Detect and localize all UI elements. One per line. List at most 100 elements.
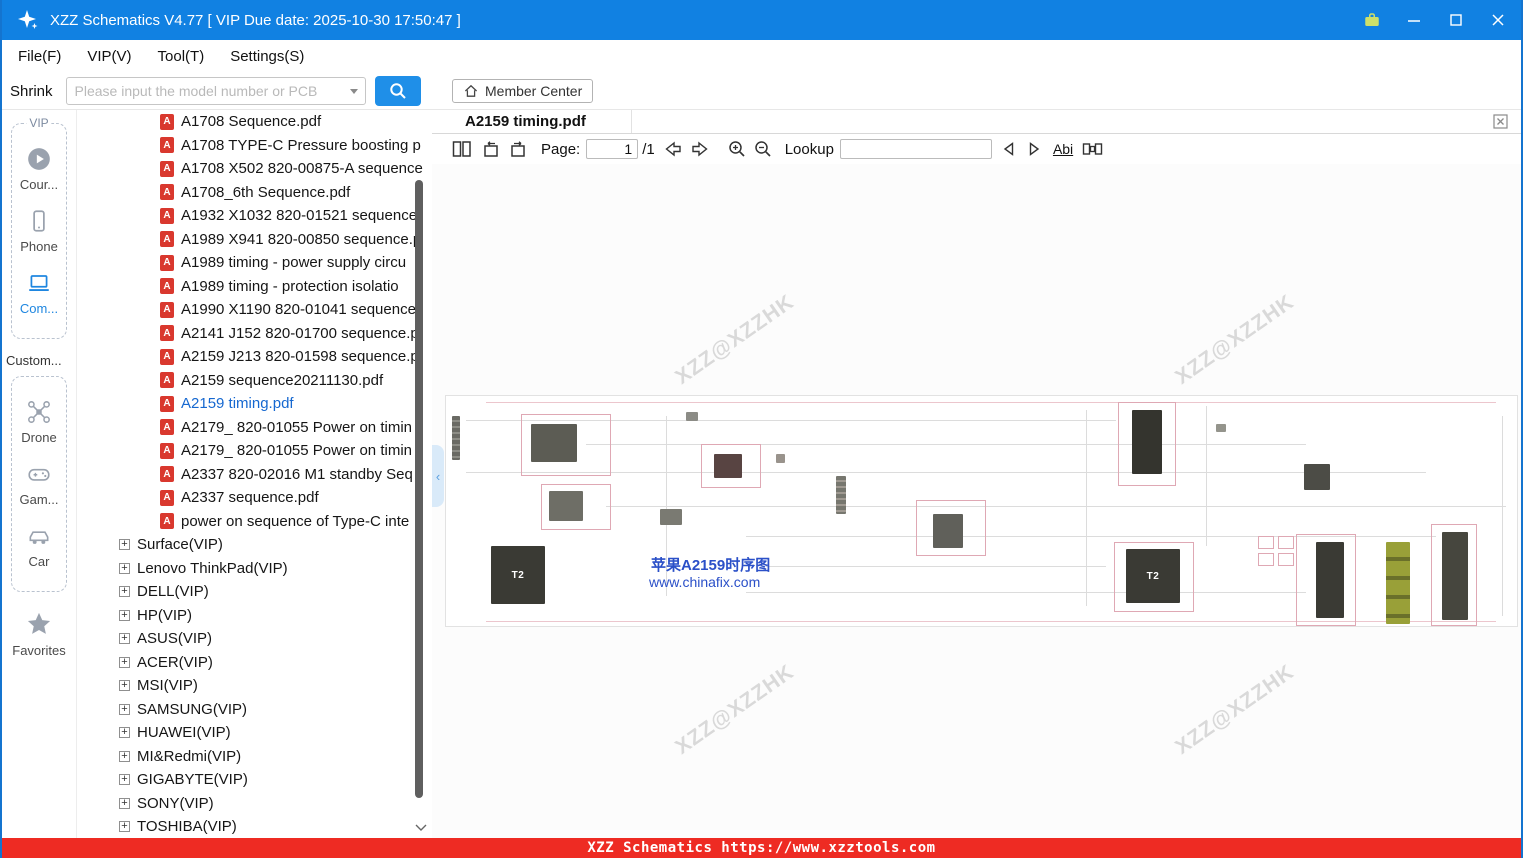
scroll-down-chevron-icon[interactable] <box>414 819 428 837</box>
search-input[interactable] <box>66 83 343 99</box>
pdf-file-icon <box>160 278 174 295</box>
maximize-button[interactable] <box>1447 11 1465 29</box>
expand-plus-icon[interactable] <box>119 586 130 598</box>
folder-item[interactable]: GIGABYTE(VIP) <box>77 768 432 792</box>
binoculars-search-icon[interactable] <box>1082 141 1103 157</box>
expand-plus-icon[interactable] <box>119 609 130 621</box>
file-item[interactable]: A2141 J152 820-01700 sequence.p <box>77 322 432 346</box>
file-item[interactable]: power on sequence of Type-C inte <box>77 510 432 534</box>
folder-item[interactable]: MSI(VIP) <box>77 674 432 698</box>
menu-tool[interactable]: Tool(T) <box>158 48 205 65</box>
file-item[interactable]: A1708_6th Sequence.pdf <box>77 181 432 205</box>
file-item[interactable]: A1708 X502 820-00875-A sequence <box>77 157 432 181</box>
folder-item[interactable]: HP(VIP) <box>77 604 432 628</box>
pdf-file-icon <box>160 325 174 342</box>
file-item[interactable]: A1708 TYPE-C Pressure boosting p <box>77 134 432 158</box>
member-center-button[interactable]: Member Center <box>452 79 594 103</box>
rotate-right-icon[interactable] <box>509 140 528 158</box>
chevron-down-icon[interactable] <box>343 88 365 94</box>
menu-vip[interactable]: VIP(V) <box>87 48 131 65</box>
folder-item[interactable]: MI&Redmi(VIP) <box>77 745 432 769</box>
shrink-button[interactable]: Shrink <box>10 83 53 100</box>
lookup-label: Lookup <box>784 140 834 158</box>
expand-plus-icon[interactable] <box>119 680 130 692</box>
schematic-chip <box>549 491 583 521</box>
file-item-selected[interactable]: A2159 timing.pdf <box>77 392 432 416</box>
zoom-out-icon[interactable] <box>753 139 773 159</box>
pdf-file-icon <box>160 113 174 130</box>
folder-item[interactable]: HUAWEI(VIP) <box>77 721 432 745</box>
file-item[interactable]: A1989 timing - protection isolatio <box>77 275 432 299</box>
file-item[interactable]: A2337 sequence.pdf <box>77 486 432 510</box>
tab-a2159-timing[interactable]: A2159 timing.pdf <box>432 110 632 133</box>
file-item[interactable]: A1708 Sequence.pdf <box>77 110 432 134</box>
expand-plus-icon[interactable] <box>119 750 130 762</box>
next-page-icon[interactable] <box>690 140 710 158</box>
home-icon <box>464 84 478 97</box>
file-item[interactable]: A1989 timing - power supply circu <box>77 251 432 275</box>
custom-label: Custom... <box>6 353 62 368</box>
close-button[interactable] <box>1489 11 1507 29</box>
watermark: XZZ@XZZHK <box>671 660 799 759</box>
file-name: A1989 timing - protection isolatio <box>181 277 399 295</box>
sidebar-item-computer[interactable]: Com... <box>12 270 66 316</box>
expand-plus-icon[interactable] <box>119 562 130 574</box>
collapse-panel-handle[interactable]: ‹ <box>432 445 444 507</box>
chip-label: T2 <box>511 569 525 581</box>
minimize-button[interactable] <box>1405 11 1423 29</box>
file-item[interactable]: A2337 820-02016 M1 standby Seq <box>77 463 432 487</box>
folder-item[interactable]: ASUS(VIP) <box>77 627 432 651</box>
file-item[interactable]: A1932 X1032 820-01521 sequence. <box>77 204 432 228</box>
tree-scrollbar[interactable] <box>415 180 423 798</box>
close-tab-icon[interactable] <box>1492 113 1509 135</box>
file-item[interactable]: A2159 J213 820-01598 sequence.p <box>77 345 432 369</box>
folder-item[interactable]: ACER(VIP) <box>77 651 432 675</box>
file-item[interactable]: A1989 X941 820-00850 sequence.p <box>77 228 432 252</box>
file-item[interactable]: A2179_ 820-01055 Power on timin <box>77 416 432 440</box>
folder-item[interactable]: DELL(VIP) <box>77 580 432 604</box>
previous-result-icon[interactable] <box>1001 141 1017 157</box>
gamepad-icon <box>28 468 50 481</box>
folder-item[interactable]: Lenovo ThinkPad(VIP) <box>77 557 432 581</box>
lookup-input[interactable] <box>839 139 992 159</box>
search-button[interactable] <box>374 76 421 106</box>
menu-file[interactable]: File(F) <box>18 48 61 65</box>
expand-plus-icon[interactable] <box>119 727 130 739</box>
file-name: A2179_ 820-01055 Power on timin <box>181 442 412 460</box>
sidebar-item-car[interactable]: Car <box>12 523 66 569</box>
expand-plus-icon[interactable] <box>119 656 130 668</box>
search-icon <box>389 83 406 99</box>
file-name: A1989 timing - power supply circu <box>181 254 407 272</box>
previous-page-icon[interactable] <box>663 140 683 158</box>
folder-item[interactable]: Surface(VIP) <box>77 533 432 557</box>
folder-name: MSI(VIP) <box>137 677 198 695</box>
sidebar-item-phone[interactable]: Phone <box>12 208 66 254</box>
drone-icon <box>28 401 50 423</box>
expand-plus-icon[interactable] <box>119 633 130 645</box>
folder-item[interactable]: TOSHIBA(VIP) <box>77 815 432 838</box>
expand-plus-icon[interactable] <box>119 797 130 809</box>
expand-plus-icon[interactable] <box>119 539 130 551</box>
highlight-text-tool[interactable]: Abi <box>1053 141 1073 157</box>
page-number-input[interactable] <box>586 139 639 159</box>
rotate-left-icon[interactable] <box>482 140 501 158</box>
menu-settings[interactable]: Settings(S) <box>230 48 304 65</box>
next-result-icon[interactable] <box>1026 141 1042 157</box>
expand-plus-icon[interactable] <box>119 821 130 833</box>
folder-item[interactable]: SAMSUNG(VIP) <box>77 698 432 722</box>
favorites-label: Favorites <box>12 643 66 658</box>
folder-item[interactable]: SONY(VIP) <box>77 792 432 816</box>
vip-briefcase-icon[interactable] <box>1363 11 1381 29</box>
sidebar-item-favorites[interactable]: Favorites <box>2 610 76 658</box>
expand-plus-icon[interactable] <box>119 774 130 786</box>
folder-name: SONY(VIP) <box>137 794 214 812</box>
zoom-in-icon[interactable] <box>727 139 747 159</box>
file-item[interactable]: A2179_ 820-01055 Power on timin <box>77 439 432 463</box>
sidebar-item-game[interactable]: Gam... <box>12 461 66 507</box>
file-item[interactable]: A2159 sequence20211130.pdf <box>77 369 432 393</box>
two-page-view-icon[interactable] <box>452 140 472 158</box>
sidebar-item-drone[interactable]: Drone <box>12 399 66 445</box>
file-item[interactable]: A1990 X1190 820-01041 sequence. <box>77 298 432 322</box>
expand-plus-icon[interactable] <box>119 703 130 715</box>
sidebar-item-courses[interactable]: Cour... <box>12 146 66 192</box>
